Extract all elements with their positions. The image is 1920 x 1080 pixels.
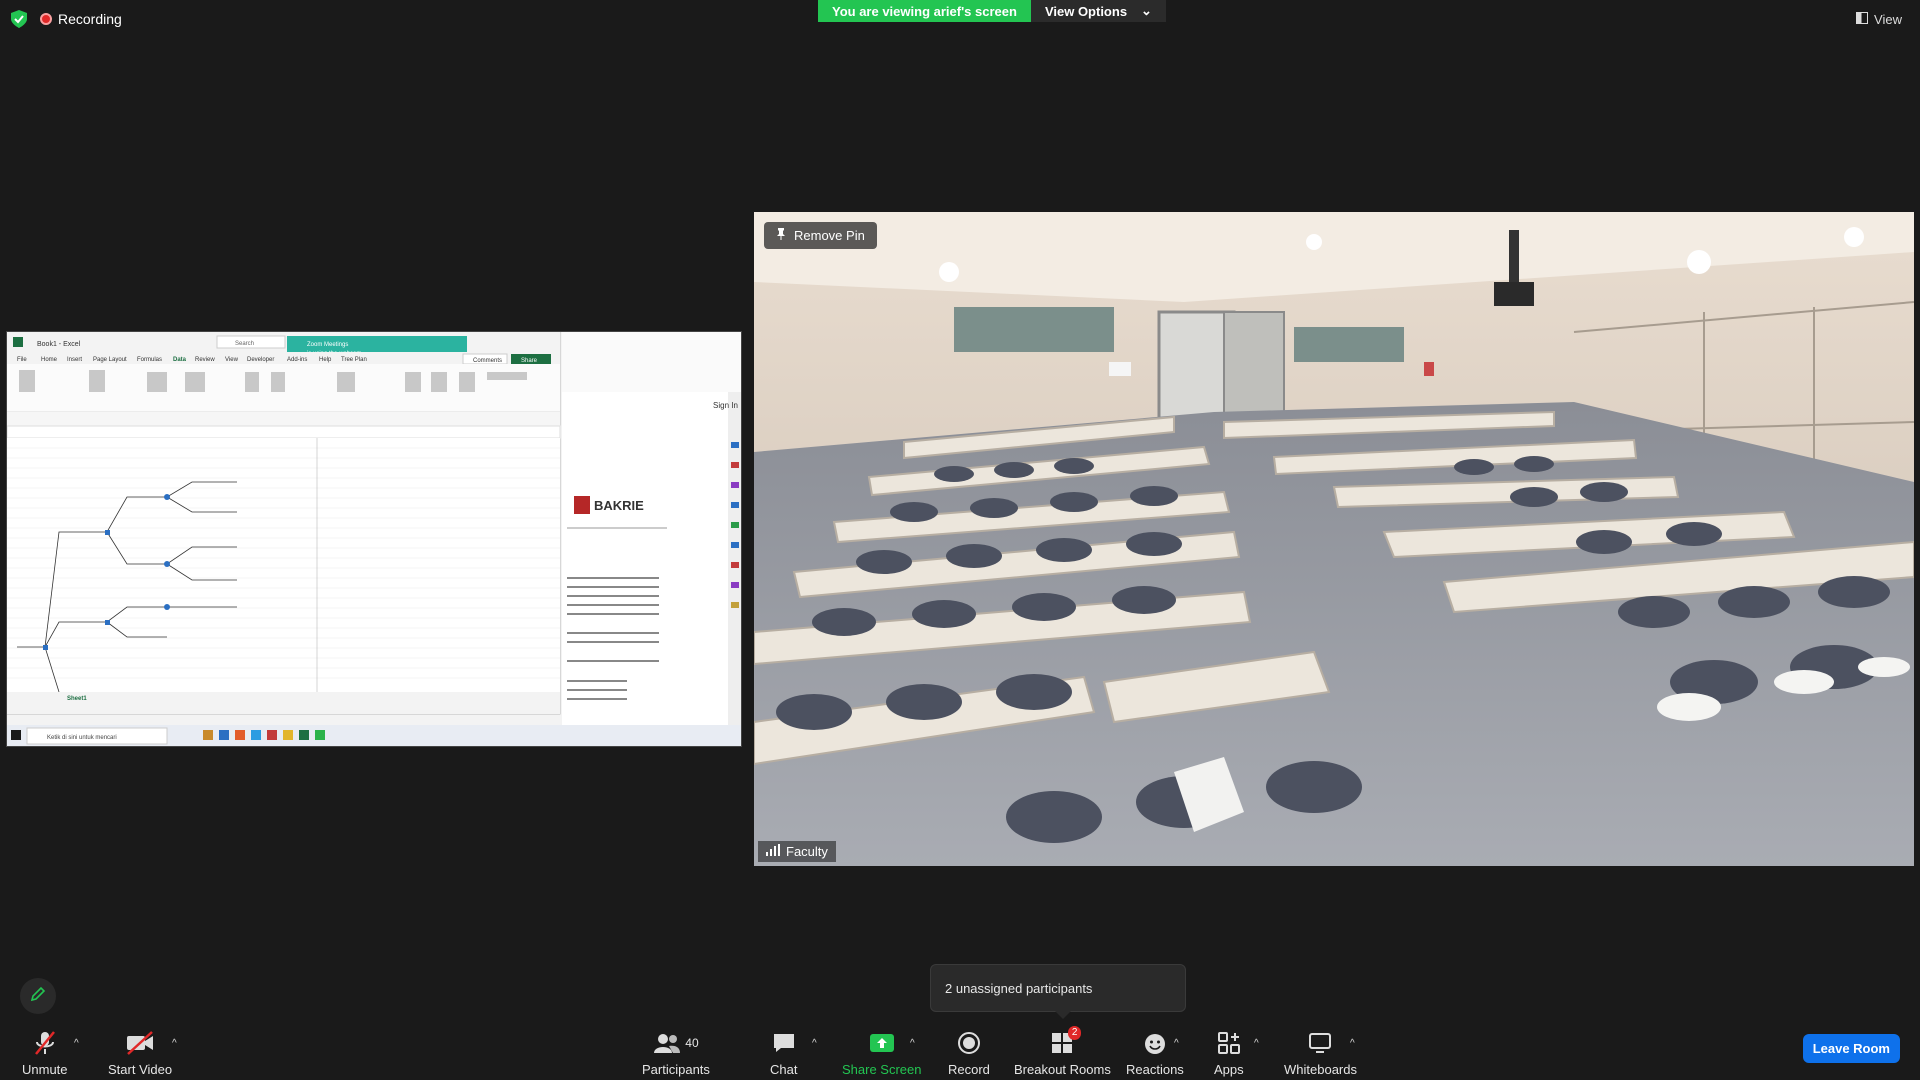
start-video-button[interactable]: Start Video xyxy=(108,1030,172,1077)
apps-icon xyxy=(1217,1030,1241,1056)
participant-video[interactable]: Remove Pin Faculty xyxy=(754,212,1914,866)
apps-label: Apps xyxy=(1214,1062,1244,1077)
breakout-rooms-icon: 2 xyxy=(1051,1026,1082,1056)
participants-count: 40 xyxy=(685,1036,699,1050)
excel-share-button[interactable]: Share xyxy=(521,358,538,364)
breakout-rooms-badge: 2 xyxy=(1067,1026,1082,1040)
zoom-notice-title: Zoom Meetings xyxy=(307,342,348,348)
view-button[interactable]: View xyxy=(1856,12,1902,27)
participants-button[interactable]: 40 Participants xyxy=(642,1030,710,1077)
security-shield-icon[interactable] xyxy=(10,10,28,28)
video-options-chevron-icon[interactable]: ^ xyxy=(172,1038,177,1049)
recording-label: Recording xyxy=(58,11,122,27)
pdf-toolbar-icons xyxy=(731,442,739,608)
chat-options-chevron-icon[interactable]: ^ xyxy=(812,1038,817,1049)
top-left-status: Recording xyxy=(10,10,122,28)
pin-icon xyxy=(776,228,786,243)
unmute-label: Unmute xyxy=(22,1062,68,1077)
breakout-rooms-label: Breakout Rooms xyxy=(1014,1062,1111,1077)
remove-pin-button[interactable]: Remove Pin xyxy=(764,222,877,249)
share-screen-icon xyxy=(869,1030,895,1056)
sheet-tab[interactable]: Sheet1 xyxy=(67,696,87,702)
whiteboards-options-chevron-icon[interactable]: ^ xyxy=(1350,1038,1355,1049)
menu-file[interactable]: File xyxy=(17,357,27,363)
view-layout-icon xyxy=(1856,12,1869,27)
start-video-label: Start Video xyxy=(108,1062,173,1077)
recording-indicator[interactable]: Recording xyxy=(40,11,122,27)
audio-options-chevron-icon[interactable]: ^ xyxy=(74,1038,79,1049)
participant-name: Faculty xyxy=(786,844,828,859)
chat-label: Chat xyxy=(770,1062,798,1077)
record-icon xyxy=(957,1030,981,1056)
viewing-screen-label: You are viewing arief's screen xyxy=(818,0,1031,22)
menu-review[interactable]: Review xyxy=(195,357,215,363)
participants-icon: 40 xyxy=(653,1030,699,1056)
pencil-icon xyxy=(30,986,46,1007)
unmute-button[interactable]: Unmute xyxy=(22,1030,68,1077)
annotate-pencil-button[interactable] xyxy=(20,978,56,1014)
microphone-muted-icon xyxy=(33,1030,57,1056)
reactions-label: Reactions xyxy=(1126,1062,1184,1077)
participants-label: Participants xyxy=(642,1062,710,1077)
sign-in-link[interactable]: Sign In xyxy=(713,401,738,410)
meeting-toolbar: Unmute ^ Start Video ^ 40 Participants C… xyxy=(0,1020,1920,1080)
video-off-icon xyxy=(125,1030,155,1056)
share-options-chevron-icon[interactable]: ^ xyxy=(910,1038,915,1049)
menu-insert[interactable]: Insert xyxy=(67,357,82,363)
whiteboards-button[interactable]: Whiteboards xyxy=(1284,1030,1357,1077)
breakout-rooms-button[interactable]: 2 Breakout Rooms xyxy=(1014,1026,1111,1077)
excel-comments-button[interactable]: Comments xyxy=(473,358,502,364)
menu-formulas[interactable]: Formulas xyxy=(137,357,162,363)
whiteboards-label: Whiteboards xyxy=(1284,1062,1357,1077)
excel-title: Book1 - Excel xyxy=(37,341,81,348)
bakrie-logo: BAKRIE xyxy=(594,498,644,513)
menu-help[interactable]: Help xyxy=(319,357,332,363)
menu-developer[interactable]: Developer xyxy=(247,357,274,363)
unassigned-participants-tooltip: 2 unassigned participants xyxy=(930,964,1186,1019)
excel-search[interactable]: Search xyxy=(235,341,254,347)
shared-screen-content: BAKRIE Sign In Book1 - Excel Search Zoom… xyxy=(7,332,741,746)
recording-dot-icon xyxy=(40,13,52,25)
zoom-meeting-window: Recording You are viewing arief's screen… xyxy=(0,0,1920,1080)
smiley-icon xyxy=(1143,1030,1167,1056)
menu-data[interactable]: Data xyxy=(173,357,187,363)
menu-view[interactable]: View xyxy=(225,357,239,363)
shared-screen[interactable]: BAKRIE Sign In Book1 - Excel Search Zoom… xyxy=(6,331,742,747)
share-screen-label: Share Screen xyxy=(842,1062,922,1077)
taskbar-search[interactable]: Ketik di sini untuk mencari xyxy=(47,735,117,741)
chevron-down-icon: ⌄ xyxy=(1141,3,1152,18)
participant-name-tag: Faculty xyxy=(758,841,836,862)
viewing-banner: You are viewing arief's screen View Opti… xyxy=(818,0,1166,22)
view-options-button[interactable]: View Options ⌄ xyxy=(1030,0,1166,22)
menu-page-layout[interactable]: Page Layout xyxy=(93,357,127,363)
menu-add-ins[interactable]: Add-ins xyxy=(287,357,307,363)
apps-button[interactable]: Apps xyxy=(1214,1030,1244,1077)
leave-room-button[interactable]: Leave Room xyxy=(1802,1034,1900,1063)
remove-pin-label: Remove Pin xyxy=(794,228,865,243)
signal-strength-icon xyxy=(766,844,780,859)
apps-options-chevron-icon[interactable]: ^ xyxy=(1254,1038,1259,1049)
record-button[interactable]: Record xyxy=(948,1030,990,1077)
whiteboard-icon xyxy=(1308,1030,1332,1056)
view-label: View xyxy=(1874,12,1902,27)
classroom-video-frame xyxy=(754,212,1914,866)
menu-tree-plan[interactable]: Tree Plan xyxy=(341,357,367,363)
record-label: Record xyxy=(948,1062,990,1077)
chat-button[interactable]: Chat xyxy=(770,1030,797,1077)
chat-bubble-icon xyxy=(772,1030,796,1056)
menu-home[interactable]: Home xyxy=(41,357,58,363)
reactions-options-chevron-icon[interactable]: ^ xyxy=(1174,1038,1179,1049)
view-options-label: View Options xyxy=(1044,3,1128,19)
